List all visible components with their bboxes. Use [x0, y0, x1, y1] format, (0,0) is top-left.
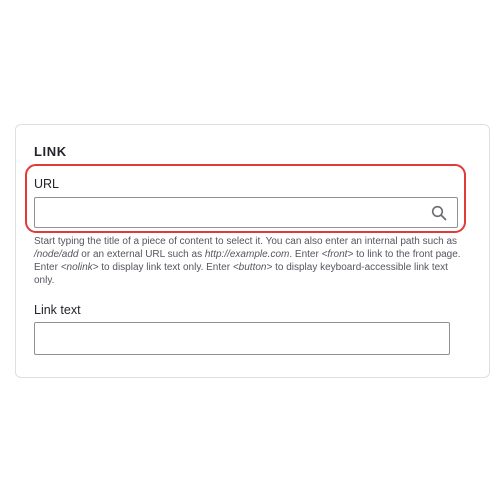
description-code-example: http://example.com — [204, 249, 290, 260]
link-text-input[interactable] — [34, 322, 450, 355]
description-code-example: <front> — [321, 249, 354, 260]
description-text: Start typing the title of a piece of con… — [34, 236, 458, 247]
search-icon — [431, 205, 447, 221]
description-text: or an external URL such as — [78, 249, 205, 260]
description-code-example: <nolink> — [60, 262, 99, 273]
link-text-label: Link text — [34, 303, 81, 317]
url-description: Start typing the title of a piece of con… — [34, 235, 462, 287]
description-code-example: <button> — [232, 262, 273, 273]
url-label: URL — [34, 177, 60, 191]
description-text: . Enter — [289, 249, 322, 260]
description-text: to display link text only. Enter — [98, 262, 233, 273]
url-input[interactable] — [34, 197, 458, 228]
description-code-example: /node/add — [34, 249, 79, 260]
fieldset-legend: LINK — [34, 144, 67, 159]
